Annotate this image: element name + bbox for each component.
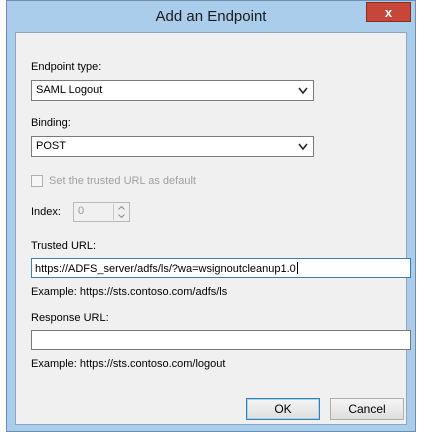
cancel-button-label: Cancel [348, 402, 386, 416]
trusted-url-input[interactable]: https://ADFS_server/adfs/ls/?wa=wsignout… [31, 258, 411, 278]
chevron-down-icon [117, 214, 125, 218]
endpoint-type-select[interactable]: SAML Logout [31, 80, 314, 101]
stepper-up-button[interactable] [114, 204, 128, 212]
chevron-up-icon [117, 206, 125, 210]
text-caret [296, 262, 298, 274]
ok-button-label: OK [274, 402, 292, 416]
binding-label: Binding: [31, 117, 71, 129]
dialog-window: Add an Endpoint x Endpoint type: SAML Lo… [6, 0, 416, 432]
index-stepper-buttons [113, 204, 128, 220]
index-value: 0 [78, 205, 85, 217]
binding-value: POST [36, 140, 66, 152]
stepper-down-button[interactable] [114, 212, 128, 220]
binding-select[interactable]: POST [31, 136, 314, 157]
response-url-example: Example: https://sts.contoso.com/logout [31, 358, 226, 370]
trusted-url-value: https://ADFS_server/adfs/ls/?wa=wsignout… [35, 263, 296, 275]
default-url-checkbox-label: Set the trusted URL as default [49, 175, 196, 187]
endpoint-type-value: SAML Logout [36, 84, 103, 96]
dialog-title: Add an Endpoint [155, 8, 267, 25]
ok-button[interactable]: OK [246, 398, 320, 420]
index-label: Index: [31, 206, 61, 218]
dialog-client-area: Endpoint type: SAML Logout Binding: POST… [15, 32, 411, 425]
chevron-down-icon [298, 143, 308, 151]
response-url-label: Response URL: [31, 312, 109, 324]
chevron-down-icon [298, 87, 308, 95]
index-stepper[interactable]: 0 [73, 202, 130, 222]
trusted-url-label: Trusted URL: [31, 240, 97, 252]
response-url-input[interactable] [31, 330, 411, 350]
title-bar[interactable]: Add an Endpoint x [7, 1, 415, 31]
default-url-checkbox-row[interactable]: Set the trusted URL as default [31, 175, 196, 187]
endpoint-type-label: Endpoint type: [31, 61, 102, 73]
close-button[interactable]: x [366, 2, 411, 22]
close-icon: x [384, 4, 393, 20]
trusted-url-value-wrap: https://ADFS_server/adfs/ls/?wa=wsignout… [35, 262, 298, 275]
default-url-checkbox[interactable] [31, 175, 43, 187]
trusted-url-example: Example: https://sts.contoso.com/adfs/ls [31, 286, 228, 298]
cancel-button[interactable]: Cancel [330, 398, 404, 420]
